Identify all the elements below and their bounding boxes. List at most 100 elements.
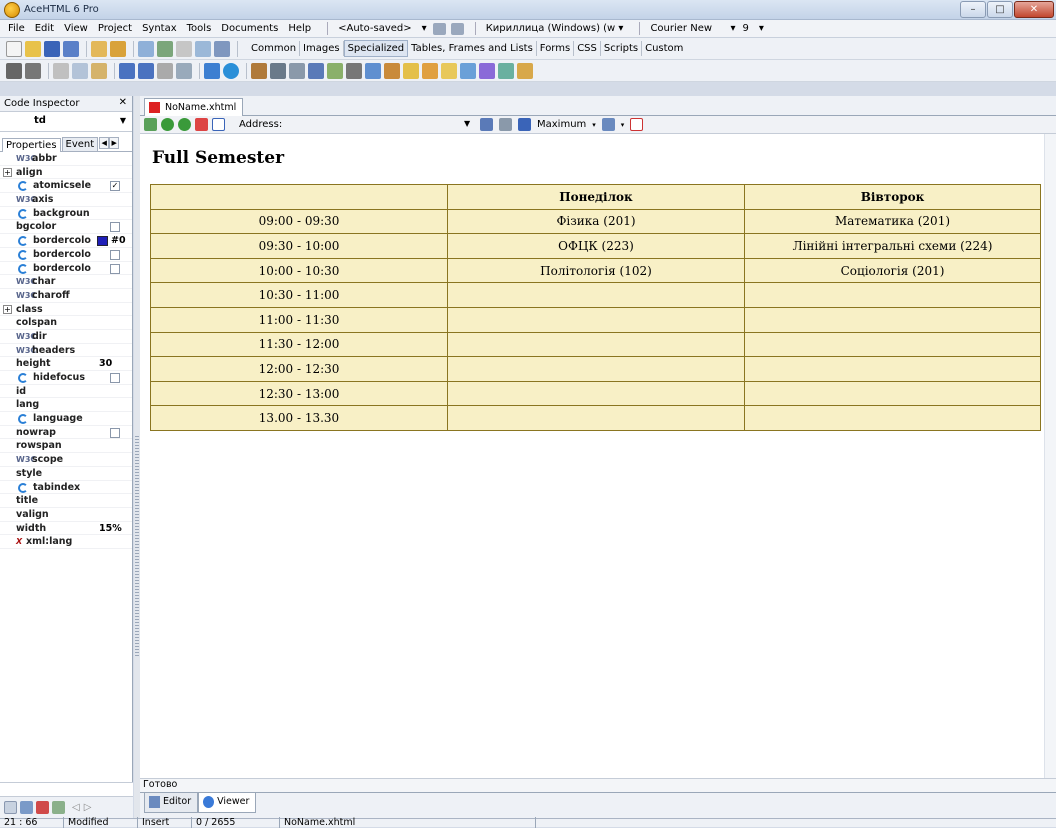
- property-checkbox[interactable]: [110, 222, 120, 233]
- bookmark-icon[interactable]: [432, 22, 446, 35]
- property-row[interactable]: + class: [0, 303, 132, 317]
- tab-tables-frames-lists[interactable]: Tables, Frames and Lists: [408, 41, 537, 56]
- property-row[interactable]: colspan: [0, 316, 132, 330]
- property-row[interactable]: W3C dir: [0, 330, 132, 344]
- property-checkbox[interactable]: [110, 427, 120, 438]
- save-icon[interactable]: [44, 40, 60, 57]
- browser-select-icon[interactable]: [601, 118, 615, 131]
- refresh-icon[interactable]: [144, 118, 157, 131]
- snippets-icon[interactable]: [36, 801, 49, 814]
- property-row[interactable]: bordercolo: [0, 262, 132, 276]
- property-checkbox[interactable]: [110, 249, 120, 260]
- property-row[interactable]: valign: [0, 508, 132, 522]
- splitter-grip[interactable]: [135, 436, 139, 656]
- property-value-input[interactable]: [0, 782, 133, 796]
- property-row[interactable]: title: [0, 494, 132, 508]
- color-swatch[interactable]: [97, 236, 108, 247]
- dropdown-arrow-icon[interactable]: ▼: [464, 119, 470, 128]
- menu-edit[interactable]: Edit: [35, 23, 54, 34]
- new-file-icon[interactable]: [6, 40, 22, 57]
- script-icon[interactable]: [365, 62, 381, 79]
- property-row[interactable]: W3C abbr: [0, 152, 132, 166]
- table-icon[interactable]: [251, 62, 267, 79]
- php-icon[interactable]: [479, 62, 495, 79]
- property-row[interactable]: rowspan: [0, 439, 132, 454]
- save-all-icon[interactable]: [63, 40, 79, 57]
- check-icon[interactable]: [195, 40, 211, 57]
- dropdown-arrow-icon[interactable]: ▾: [592, 121, 596, 129]
- property-value[interactable]: 30: [99, 357, 112, 371]
- pencil-icon[interactable]: [422, 62, 438, 79]
- bookmark-next-icon[interactable]: [450, 22, 464, 35]
- document-icon[interactable]: [176, 40, 192, 57]
- tab-viewer[interactable]: Viewer: [198, 793, 257, 813]
- menu-view[interactable]: View: [64, 23, 88, 34]
- tab-event[interactable]: Event: [61, 137, 99, 151]
- menu-syntax[interactable]: Syntax: [142, 23, 177, 34]
- encoding-dropdown[interactable]: Кириллица (Windows) (w ▾: [482, 22, 628, 35]
- dropdown-arrow-icon[interactable]: ▾: [621, 121, 625, 129]
- scroll-right-icon[interactable]: ▷: [84, 802, 92, 813]
- library-icon[interactable]: [52, 801, 65, 814]
- highlight-icon[interactable]: [441, 62, 457, 79]
- property-row[interactable]: W3C char: [0, 275, 132, 289]
- copy-icon[interactable]: [72, 62, 88, 79]
- dropdown-arrow-icon[interactable]: ▾: [422, 23, 427, 34]
- redo-icon[interactable]: [138, 62, 154, 79]
- autosave-dropdown[interactable]: <Auto-saved>: [334, 22, 416, 35]
- property-row[interactable]: hidefocus: [0, 371, 132, 385]
- zoom-icon[interactable]: [204, 62, 220, 79]
- menu-documents[interactable]: Documents: [221, 23, 278, 34]
- close-button[interactable]: ✕: [1014, 1, 1054, 18]
- layout-icon[interactable]: [499, 118, 512, 131]
- stop-icon[interactable]: [195, 118, 208, 131]
- property-row[interactable]: style: [0, 467, 132, 481]
- folder-icon[interactable]: [110, 40, 126, 57]
- menu-file[interactable]: File: [8, 23, 25, 34]
- print-preview-icon[interactable]: [138, 40, 154, 57]
- property-row[interactable]: bgcolor: [0, 220, 132, 235]
- property-row[interactable]: W3C charoff: [0, 289, 132, 303]
- dropdown-arrow-icon[interactable]: ▾: [759, 23, 764, 34]
- window-icon[interactable]: [212, 118, 225, 131]
- indent-icon[interactable]: [157, 62, 173, 79]
- property-row[interactable]: W3C scope: [0, 453, 132, 467]
- tab-common[interactable]: Common: [248, 41, 301, 56]
- template-icon[interactable]: [176, 62, 192, 79]
- horizontal-rule-icon[interactable]: [308, 62, 324, 79]
- close-tag-icon[interactable]: [346, 62, 362, 79]
- open-project-icon[interactable]: [91, 40, 107, 57]
- tab-forms[interactable]: Forms: [537, 41, 575, 56]
- asp-icon[interactable]: [460, 62, 476, 79]
- property-row[interactable]: nowrap: [0, 426, 132, 440]
- property-row[interactable]: height 30: [0, 357, 132, 371]
- open-folder-icon[interactable]: [25, 40, 41, 57]
- tab-specialized[interactable]: Specialized: [343, 40, 409, 57]
- property-checkbox[interactable]: [110, 373, 120, 383]
- cfml-icon[interactable]: [498, 62, 514, 79]
- find-icon[interactable]: [6, 62, 22, 79]
- back-icon[interactable]: [161, 118, 174, 131]
- property-row[interactable]: W3C axis: [0, 193, 132, 207]
- paste-icon[interactable]: [91, 62, 107, 79]
- tab-css[interactable]: CSS: [574, 41, 601, 56]
- property-row[interactable]: id: [0, 385, 132, 399]
- property-row[interactable]: language: [0, 412, 132, 426]
- property-row[interactable]: bordercolo: [0, 248, 132, 262]
- plugin-icon[interactable]: [384, 62, 400, 79]
- undo-icon[interactable]: [119, 62, 135, 79]
- font-dropdown[interactable]: Courier New: [646, 22, 724, 35]
- wml-icon[interactable]: [517, 62, 533, 79]
- close-icon[interactable]: ✕: [119, 97, 127, 108]
- maximize-button[interactable]: □: [987, 1, 1013, 18]
- property-checkbox[interactable]: ✓: [110, 181, 120, 192]
- browser-icon[interactable]: [223, 62, 239, 79]
- property-value[interactable]: 15%: [99, 522, 122, 536]
- page-icon[interactable]: [4, 801, 17, 814]
- document-tab[interactable]: NoName.xhtml: [144, 98, 244, 116]
- tab-images[interactable]: Images: [300, 41, 344, 56]
- dropdown-arrow-icon[interactable]: ▾: [730, 23, 735, 34]
- menu-help[interactable]: Help: [288, 23, 311, 34]
- list-icon[interactable]: [289, 62, 305, 79]
- maximum-dropdown[interactable]: Maximum: [537, 119, 586, 130]
